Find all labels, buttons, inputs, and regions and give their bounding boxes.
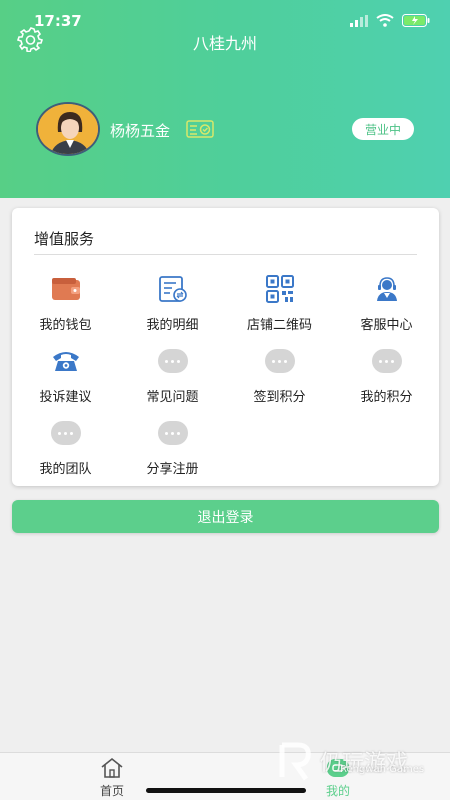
- services-card: 增值服务 我的钱包 我的明细 店铺二维码 客服中心 投诉建议 常见问题 签到积分…: [12, 208, 439, 486]
- service-item-label: 我的团队: [39, 462, 92, 477]
- service-item-statement[interactable]: 我的明细: [119, 266, 226, 336]
- more-dots-icon: [157, 346, 188, 376]
- battery-icon: [402, 14, 430, 27]
- service-item-label: 客服中心: [360, 318, 413, 333]
- username: 杨杨五金: [110, 122, 171, 140]
- more-dots-icon: [157, 418, 188, 448]
- service-item-share-register[interactable]: 分享注册: [119, 410, 226, 480]
- watermark-logo: 仍玩游戏: [278, 736, 446, 786]
- qr-code-icon: [265, 274, 295, 304]
- logout-button[interactable]: 退出登录: [12, 500, 439, 533]
- service-item-label: 我的明细: [146, 318, 199, 333]
- service-item-wallet[interactable]: 我的钱包: [12, 266, 119, 336]
- tab-home-label: 首页: [99, 784, 124, 798]
- watermark-logo-icon: [279, 742, 311, 781]
- services-title: 增值服务: [34, 230, 95, 248]
- status-icons: [350, 14, 430, 27]
- verified-card-icon: [186, 120, 214, 138]
- profile-header: 17:37 八桂九州 杨杨五金 营业中: [0, 0, 450, 198]
- statement-icon: [158, 274, 188, 304]
- service-item-faq[interactable]: 常见问题: [119, 338, 226, 408]
- avatar[interactable]: [36, 102, 100, 156]
- service-item-label: 投诉建议: [39, 390, 92, 405]
- tab-home[interactable]: 首页: [82, 757, 142, 799]
- service-item-label: 店铺二维码: [246, 318, 312, 333]
- watermark-subtext: Rengwan Games: [340, 764, 425, 775]
- business-status-badge[interactable]: 营业中: [352, 118, 414, 140]
- service-item-qr-code[interactable]: 店铺二维码: [226, 266, 333, 336]
- more-dots-icon: [371, 346, 402, 376]
- wifi-icon: [376, 14, 394, 27]
- service-item-customer-service[interactable]: 客服中心: [333, 266, 440, 336]
- service-item-label: 常见问题: [146, 390, 199, 405]
- service-item-checkin-points[interactable]: 签到积分: [226, 338, 333, 408]
- wallet-icon: [51, 274, 81, 304]
- signal-icon: [350, 14, 368, 27]
- service-item-label: 我的钱包: [39, 318, 92, 333]
- service-item-my-team[interactable]: 我的团队: [12, 410, 119, 480]
- more-dots-icon: [264, 346, 295, 376]
- service-item-label: 我的积分: [360, 390, 413, 405]
- customer-service-icon: [372, 274, 402, 304]
- user-avatar-icon: [38, 104, 98, 154]
- home-icon: [101, 757, 123, 778]
- service-item-my-points[interactable]: 我的积分: [333, 338, 440, 408]
- home-indicator: [146, 788, 306, 793]
- phone-icon: [51, 346, 81, 376]
- service-item-label: 分享注册: [146, 462, 199, 477]
- divider: [34, 254, 417, 255]
- more-dots-icon: [50, 418, 81, 448]
- service-item-label: 签到积分: [253, 390, 306, 405]
- page-title: 八桂九州: [192, 34, 257, 53]
- service-item-complaints[interactable]: 投诉建议: [12, 338, 119, 408]
